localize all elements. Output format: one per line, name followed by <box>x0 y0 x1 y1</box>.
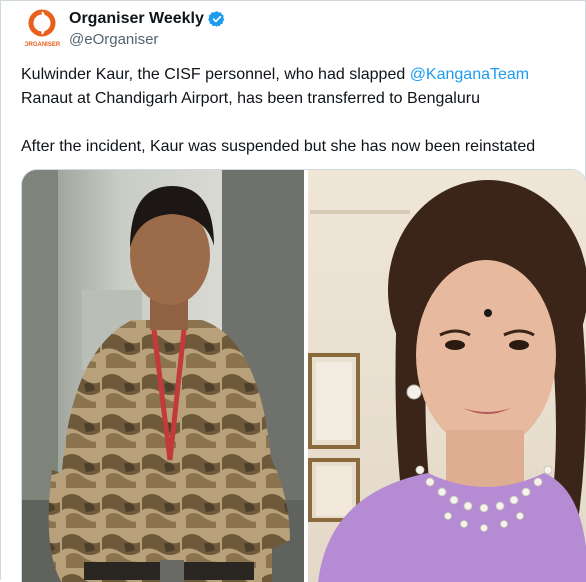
svg-text:ORGANISER: ORGANISER <box>25 42 61 48</box>
display-name[interactable]: Organiser Weekly <box>69 10 204 28</box>
tweet-card[interactable]: ORGANISER Organiser Weekly @eOrganiser K… <box>0 0 586 582</box>
tweet-header: ORGANISER Organiser Weekly @eOrganiser <box>21 7 561 51</box>
tweet-body: Kulwinder Kaur, the CISF personnel, who … <box>21 63 571 159</box>
tweet-paragraph-1: Kulwinder Kaur, the CISF personnel, who … <box>21 66 530 107</box>
tweet-media[interactable] <box>21 169 586 582</box>
organiser-logo-avatar[interactable]: ORGANISER <box>24 9 61 51</box>
user-handle[interactable]: @eOrganiser <box>69 31 158 48</box>
mention-link[interactable]: @KanganaTeam <box>410 66 529 83</box>
kangana-ranaut-photo[interactable] <box>308 170 586 582</box>
tweet-paragraph-2: After the incident, Kaur was suspended b… <box>21 138 536 155</box>
cisf-officer-photo[interactable] <box>22 170 304 582</box>
verified-badge-icon <box>208 10 226 28</box>
